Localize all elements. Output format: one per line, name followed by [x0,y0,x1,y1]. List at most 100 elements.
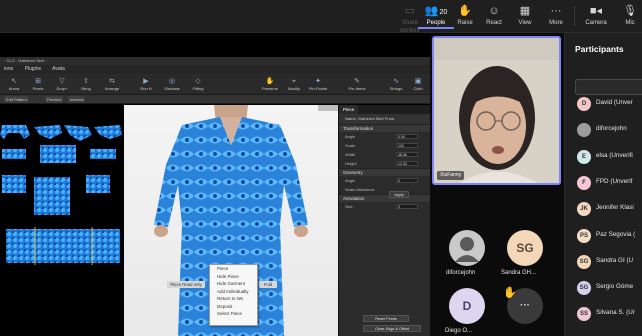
participant-avatar: JK [577,202,591,217]
internal-tab[interactable]: Internal [68,96,86,103]
prop-row: Scale 100 [339,141,430,150]
participant-avatar: SS [577,307,591,322]
edit-pattern-tab[interactable]: Edit Pattern [4,96,29,103]
participant-tile[interactable]: D Diego O... [442,288,496,336]
participant-name: Jennifer Klasi [596,204,634,212]
overflow-tile[interactable]: ··· ✋ [500,287,560,336]
scale-value[interactable]: 100 [396,143,418,148]
participant-avatar: D [577,97,591,111]
tile-name: diforcejohn [446,270,476,276]
fitting-tool[interactable]: ◇ Fitting [186,77,210,93]
participant-avatar: SG [577,254,591,269]
participant-row[interactable]: JK Jennifer Klasi [577,200,642,218]
context-menu-item[interactable]: Hide Piece [210,273,257,281]
context-menu-item[interactable]: Return to Ws [210,295,257,303]
participant-row[interactable]: PS Paz Segovia ( [577,227,642,245]
avatar: SG [507,230,543,266]
participant-tile[interactable]: diforcejohn [442,226,496,286]
strings-tool[interactable]: ∿ Strings [384,77,408,93]
modify-icon: ⌖ [292,78,296,85]
modify-tool[interactable]: ⌖ Modify [282,77,306,93]
bring-tool[interactable]: ⇧ Bring [74,77,98,93]
prop-row: Height 12.03 [339,159,430,168]
participants-search-box[interactable] [575,79,642,95]
height-value[interactable]: 12.03 [396,161,418,166]
prop-row: Size 0 [339,202,430,211]
close-edge-offset-button[interactable]: Close Edge & Offset [363,325,421,332]
spotlight-video[interactable]: XiuFanny [432,36,561,185]
fold-tag[interactable]: Fold [259,281,277,288]
run-icon: ▶ [143,78,149,85]
app-toolbar: ↖ Arrow ⊞ Pixels ▽ Drop+ ⇧ Bring ⇆ Arrange ▶ R… [0,74,430,95]
arrange-tool[interactable]: ⇆ Arrange [100,77,124,93]
context-menu-item[interactable]: Add Individually [210,288,257,296]
participant-row[interactable]: D David (Unver [577,95,642,113]
pixels-icon: ⊞ [35,78,41,85]
menu-item[interactable]: ions [4,66,13,72]
participant-avatar: E [577,149,591,164]
participant-row[interactable]: F FPD (Unverif [577,174,642,192]
simulate-icon: ◎ [168,78,176,85]
simulate-tool[interactable]: ◎ Simulate [160,77,184,93]
property-tabs: Piece [339,105,430,114]
drop-tool[interactable]: ▽ Drop+ [50,77,74,93]
geometry-section[interactable]: Geometry [339,168,430,176]
cloth-icon: ▣ [414,78,422,85]
mic-button[interactable]: 🎙 Mic [612,3,642,31]
participant-name: Paz Segovia ( [596,230,636,238]
camera-button[interactable]: ■◂ Camera [578,3,614,31]
context-menu: Piece Hide Piece Hide Garment Add Indivi… [209,264,258,326]
participant-row[interactable]: SG Sandra GI (U [577,253,642,271]
arrow-icon: ↖ [11,78,17,85]
pin-points-tool[interactable]: ✦ Pin-Points [306,77,330,93]
raised-hand-icon: ✋ [503,287,517,299]
prop-row: Angle 0.00 [339,132,430,141]
arrow-tool[interactable]: ↖ Arrow [2,77,26,93]
pattern-2d-window[interactable] [0,105,124,336]
piece-tab[interactable]: Piece [339,105,359,114]
participant-row[interactable]: SS Silvana S. (Ur [577,305,642,323]
context-menu-item[interactable]: Deposit [210,303,257,311]
property-editor: Piece Name: Gathered Skirt Front Transfo… [338,105,430,336]
context-menu-item[interactable]: Piece [210,265,257,273]
participant-name: Sandra GI (U [596,256,634,264]
pin-icon: ✦ [315,78,321,85]
geometry-angle-value[interactable]: 0 [396,178,418,183]
menu-item[interactable]: Avata [52,66,65,72]
person-silhouette-icon [455,237,479,262]
angle-value[interactable]: 0.00 [396,134,418,139]
size-value[interactable]: 0 [396,204,418,209]
speaker-video [434,38,559,183]
pin-items-tool[interactable]: ✎ Pin-Items [345,77,369,93]
apply-button[interactable]: Apply [389,191,409,198]
preview-tab[interactable]: Preview [45,96,64,103]
app-titlebar: · CLO · Gathered Skirt · [0,57,430,65]
width-value[interactable]: 48.46 [396,152,418,157]
run-tool[interactable]: ▶ Run H [134,77,158,93]
bring-icon: ⇧ [83,78,89,85]
participant-avatar: PS [577,228,591,243]
avatar [449,230,485,266]
participant-name: diforcejohn [596,125,627,133]
more-button[interactable]: ··· More [538,3,574,31]
piece-name-field[interactable]: Name: Gathered Skirt Front [339,114,430,124]
menu-item[interactable]: Plugins [25,66,41,72]
participant-avatar: SG [577,281,591,296]
context-menu-item[interactable]: Select Piece [210,310,257,318]
reset-points-button[interactable]: Reset Points [363,315,409,322]
preserve-tool[interactable]: ✋ Preserve [258,77,282,93]
pixels-tool[interactable]: ⊞ Pixels [26,77,50,93]
cloth-tool[interactable]: ▣ Cloth [406,77,430,93]
prop-row: Seam Allowance [345,187,375,192]
piece-readonly-tag[interactable]: Piece Read only [167,281,205,288]
prop-row: Width 48.46 [339,150,430,159]
transformation-section[interactable]: Transformation [339,124,430,132]
context-menu-item[interactable]: Hide Garment [210,280,257,288]
participant-tile[interactable]: SG Sandra GH... [500,226,560,286]
annotation-section[interactable]: Annotation [339,194,430,202]
participant-row[interactable]: Eelsa (Unverifi [577,148,642,166]
view3d-header [124,105,338,111]
preserve-icon: ✋ [265,78,275,85]
participant-row[interactable]: SG Sergio Góme [577,279,642,297]
participant-row[interactable]: diforcejohn [577,121,642,139]
